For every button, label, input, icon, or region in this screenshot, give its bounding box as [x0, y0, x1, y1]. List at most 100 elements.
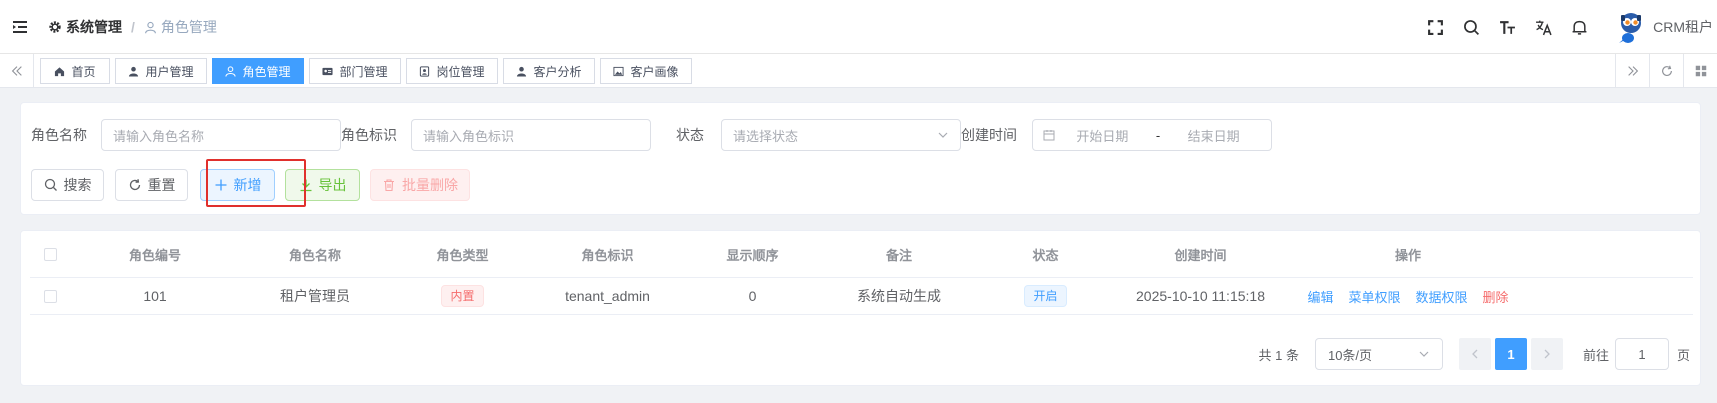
chevron-right-icon — [1541, 348, 1553, 360]
page-unit-label: 页 — [1676, 347, 1690, 363]
grid-menu-icon[interactable] — [1683, 54, 1717, 88]
bell-icon[interactable] — [1561, 0, 1597, 54]
date-range-picker[interactable]: 开始日期 - 结束日期 — [1032, 119, 1272, 151]
search-icon[interactable] — [1453, 0, 1489, 54]
edit-link[interactable]: 编辑 — [1307, 287, 1333, 306]
search-button-label: 搜索 — [63, 177, 92, 193]
menu-permission-link[interactable]: 菜单权限 — [1348, 287, 1400, 306]
cell-operations: 编辑 菜单权限 数据权限 删除 — [1283, 287, 1533, 306]
user-icon — [516, 66, 527, 77]
cell-created-time: 2025-10-10 11:15:18 — [1136, 288, 1265, 304]
select-all-checkbox[interactable] — [43, 247, 57, 261]
cell-status: 开启 — [973, 285, 1118, 307]
tag-label: 角色管理 — [242, 64, 291, 79]
prev-page-button[interactable] — [1458, 338, 1491, 370]
id-card-icon — [322, 66, 334, 77]
refresh-icon[interactable] — [1649, 54, 1683, 88]
tag-dept-management[interactable]: 部门管理 — [309, 58, 401, 84]
col-role-type: 角色类型 — [436, 247, 489, 263]
role-name-placeholder: 请输入角色名称 — [113, 128, 205, 144]
delete-link[interactable]: 删除 — [1483, 287, 1509, 306]
status-placeholder: 请选择状态 — [733, 128, 799, 144]
batch-delete-button[interactable]: 批量删除 — [370, 169, 470, 201]
export-button[interactable]: 导出 — [285, 169, 360, 201]
tag-user-management[interactable]: 用户管理 — [115, 58, 207, 84]
col-operations: 操作 — [1394, 247, 1421, 263]
tag-label: 首页 — [71, 64, 96, 79]
reset-button-label: 重置 — [147, 177, 176, 193]
table-row: 101 租户管理员 内置 tenant_admin 0 系统自动生成 开启 20… — [30, 278, 1693, 315]
filter-row: 角色名称 请输入角色名称 角色标识 请输入角色标识 状态 请选择状态 创建时间 … — [21, 119, 1700, 151]
cell-sort-order: 0 — [748, 288, 757, 304]
next-page-button[interactable] — [1530, 338, 1563, 370]
search-icon — [44, 178, 58, 192]
scroll-right-icon[interactable] — [1615, 54, 1649, 88]
header-tools: CRM租户 — [1417, 0, 1717, 54]
calendar-icon — [1043, 129, 1055, 141]
reset-button[interactable]: 重置 — [115, 169, 188, 201]
data-permission-link[interactable]: 数据权限 — [1416, 287, 1468, 306]
fullscreen-icon[interactable] — [1417, 0, 1453, 54]
page-number-1[interactable]: 1 — [1494, 338, 1527, 370]
role-key-input[interactable]: 请输入角色标识 — [411, 119, 651, 151]
tag-role-management[interactable]: 角色管理 — [212, 58, 304, 84]
row-checkbox[interactable] — [43, 289, 57, 303]
col-sort-order: 显示顺序 — [726, 247, 779, 263]
tag-customer-portrait[interactable]: 客户画像 — [600, 58, 692, 84]
export-button-label: 导出 — [318, 177, 347, 193]
tag-post-management[interactable]: 岗位管理 — [406, 58, 498, 84]
status-select[interactable]: 请选择状态 — [721, 119, 961, 151]
breadcrumb-separator: / — [131, 19, 135, 35]
avatar — [1613, 10, 1647, 44]
end-date-placeholder: 结束日期 — [1187, 128, 1240, 144]
tag-label: 客户画像 — [630, 64, 679, 79]
page-size-value: 10条/页 — [1327, 347, 1373, 363]
breadcrumb-item-current: 角色管理 — [144, 17, 217, 37]
role-key-label: 角色标识 — [341, 127, 397, 143]
date-range-separator: - — [1155, 127, 1161, 143]
scroll-left-icon[interactable] — [0, 54, 34, 88]
tag-label: 岗位管理 — [436, 64, 485, 79]
status-label: 状态 — [676, 127, 704, 143]
home-icon — [54, 66, 65, 77]
breadcrumb: 系统管理 / 角色管理 — [48, 0, 217, 54]
role-table: 角色编号 角色名称 角色类型 角色标识 显示顺序 备注 状态 创建时间 操作 1… — [30, 231, 1693, 315]
add-button[interactable]: 新增 — [200, 169, 275, 201]
hamburger-icon[interactable] — [12, 19, 28, 35]
chevron-down-icon — [1418, 348, 1430, 360]
action-buttons: 搜索 重置 新增 导出 批量删除 — [21, 169, 1700, 201]
breadcrumb-item-system[interactable]: 系统管理 — [48, 17, 122, 37]
user-menu[interactable]: CRM租户 — [1613, 10, 1713, 44]
cell-remark: 系统自动生成 — [857, 288, 941, 304]
role-type-badge: 内置 — [441, 285, 484, 307]
tags-view: 首页 用户管理 角色管理 部门管理 岗位管理 客户分析 客户画像 — [0, 54, 1717, 88]
cell-role-key: tenant_admin — [565, 288, 650, 304]
page-size-select[interactable]: 10条/页 — [1314, 338, 1443, 370]
plus-icon — [214, 178, 228, 192]
breadcrumb-label: 系统管理 — [66, 19, 122, 35]
role-name-input[interactable]: 请输入角色名称 — [101, 119, 341, 151]
tag-home[interactable]: 首页 — [40, 58, 110, 84]
badge-icon — [419, 65, 430, 77]
font-size-icon[interactable] — [1489, 0, 1525, 54]
col-role-id: 角色编号 — [128, 247, 181, 263]
col-status: 状态 — [1032, 247, 1059, 263]
role-name-label: 角色名称 — [31, 127, 87, 143]
tag-customer-analysis[interactable]: 客户分析 — [503, 58, 595, 84]
row-select-cell — [30, 289, 70, 303]
translate-icon[interactable] — [1525, 0, 1561, 54]
table-header-row: 角色编号 角色名称 角色类型 角色标识 显示顺序 备注 状态 创建时间 操作 — [30, 231, 1693, 278]
picture-icon — [613, 66, 625, 77]
breadcrumb-label: 角色管理 — [160, 19, 217, 35]
navbar: 系统管理 / 角色管理 CRM租户 — [0, 0, 1717, 54]
user-icon — [225, 65, 237, 77]
goto-page-input[interactable]: 1 — [1614, 338, 1669, 370]
search-form: 角色名称 请输入角色名称 角色标识 请输入角色标识 状态 请选择状态 创建时间 … — [20, 102, 1701, 215]
status-badge: 开启 — [1024, 285, 1067, 307]
search-button[interactable]: 搜索 — [31, 169, 104, 201]
cell-role-name: 租户管理员 — [280, 288, 350, 304]
tags-view-tools — [1615, 54, 1717, 88]
download-icon — [299, 178, 313, 192]
trash-icon — [382, 178, 396, 192]
tag-label: 部门管理 — [339, 64, 388, 79]
